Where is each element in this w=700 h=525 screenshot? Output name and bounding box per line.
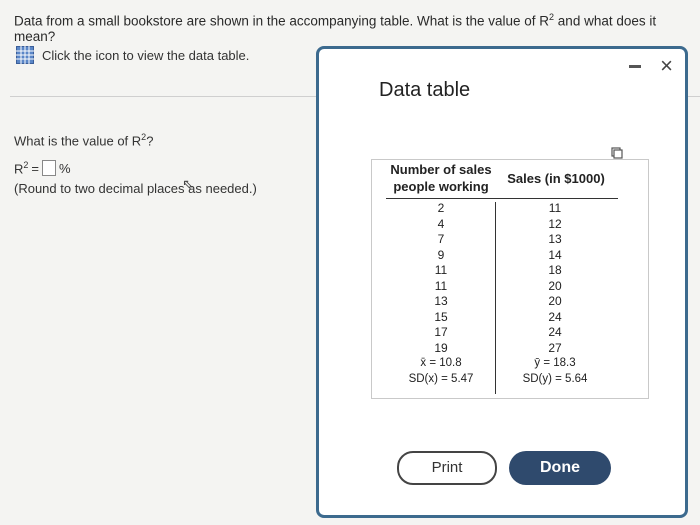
view-data-table-link[interactable]: Click the icon to view the data table. <box>16 46 249 64</box>
sales-cell: 24 <box>548 325 562 339</box>
sales-cell: 13 <box>548 232 562 246</box>
data-table: Number of sales people working 2 4 7 9 1… <box>371 159 649 399</box>
data-table-dialog: Data table × Number of sales people work… <box>316 46 688 518</box>
answer-label: R <box>14 161 24 177</box>
sales-cell: 24 <box>548 309 562 324</box>
people-cell: 4 <box>437 216 445 231</box>
minimize-icon[interactable] <box>629 65 641 68</box>
column-divider <box>495 202 496 394</box>
sales-column: Sales (in $1000) 11 12 13 14 18 20 20 24… <box>498 160 612 385</box>
print-button[interactable]: Print <box>397 451 497 485</box>
subquestion-pre: What is the value of R <box>14 133 142 149</box>
sd-y: SD(y) = 5.64 <box>522 372 588 385</box>
people-cell: 2 <box>437 201 445 215</box>
people-cell: 11 <box>434 278 448 293</box>
divider-right <box>688 96 700 97</box>
people-cell: 19 <box>434 340 448 355</box>
copy-icon[interactable] <box>611 147 623 159</box>
subquestion-text: What is the value of R2? <box>14 132 153 148</box>
sales-cell: 18 <box>548 263 562 277</box>
mean-x: x̄ = 10.8 <box>420 357 462 369</box>
r-squared-input[interactable] <box>42 160 56 177</box>
people-cell: 13 <box>434 294 448 308</box>
sales-cell: 14 <box>548 247 562 262</box>
answer-superscript: 2 <box>23 160 29 170</box>
subquestion-post: ? <box>146 133 154 149</box>
divider <box>10 96 320 97</box>
people-cells: 2 4 7 9 11 11 13 15 17 19 x̄ = 10.8 SD(x… <box>386 201 496 387</box>
question-text: Data from a small bookstore are shown in… <box>14 12 700 44</box>
answer-equals: = <box>31 160 39 176</box>
sales-cell: 20 <box>548 294 562 308</box>
people-cell: 9 <box>437 247 445 262</box>
mean-y: ȳ = 18.3 <box>534 357 576 369</box>
people-column: Number of sales people working 2 4 7 9 1… <box>386 160 496 385</box>
people-cell: 11 <box>434 263 448 277</box>
sales-header: Sales (in $1000) <box>507 171 605 186</box>
people-cell: 15 <box>434 309 448 324</box>
sales-cell: 20 <box>548 278 562 293</box>
answer-row: R2 = % <box>14 160 71 176</box>
rounding-hint: (Round to two decimal places as needed.) <box>14 181 257 196</box>
dialog-title: Data table <box>379 79 471 101</box>
header-underline <box>386 198 618 199</box>
sales-cell: 12 <box>548 216 562 231</box>
people-cell: 17 <box>434 325 448 339</box>
question-text-pre: Data from a small bookstore are shown in… <box>14 13 550 29</box>
people-header: Number of sales people working <box>390 162 492 194</box>
percent-unit: % <box>59 160 71 176</box>
sales-cell: 11 <box>548 201 562 215</box>
sd-x: SD(x) = 5.47 <box>408 372 474 385</box>
people-cell: 7 <box>437 232 445 246</box>
close-icon[interactable]: × <box>660 55 673 77</box>
sales-cell: 27 <box>548 340 562 355</box>
done-button[interactable]: Done <box>509 451 611 485</box>
view-data-table-label[interactable]: Click the icon to view the data table. <box>42 48 249 63</box>
grid-table-icon[interactable] <box>16 46 34 64</box>
sales-cells: 11 12 13 14 18 20 20 24 24 27 ȳ = 18.3 S… <box>498 201 612 387</box>
mouse-cursor-icon: ⇖ <box>182 176 194 192</box>
